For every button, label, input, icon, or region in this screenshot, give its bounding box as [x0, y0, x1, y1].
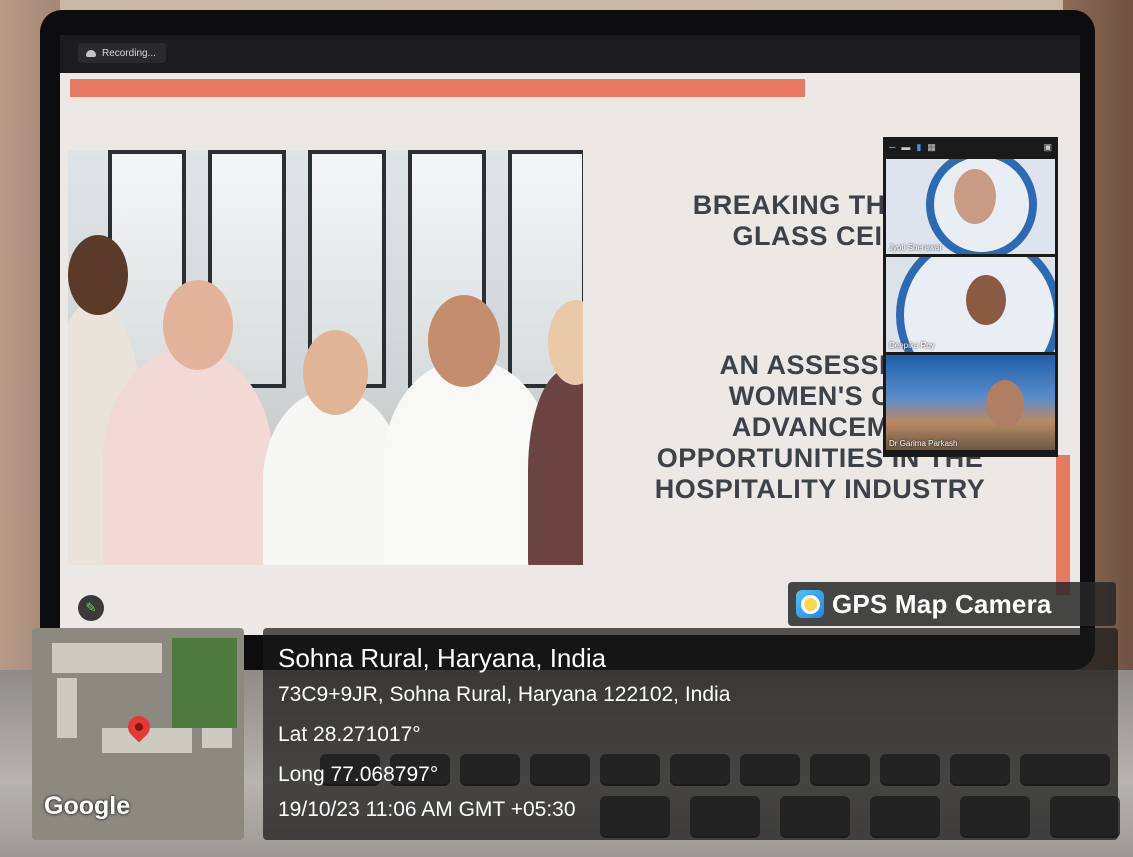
annotate-pen-icon[interactable]: ✎ — [78, 595, 104, 621]
gps-longitude: Long 77.068797° — [278, 763, 439, 786]
laptop-screen: Recording... BREAKING THROU GLASS CEILI … — [60, 35, 1080, 635]
gps-camera-badge: GPS Map Camera — [788, 582, 1116, 626]
slide-subtitle-line: HOSPITALITY INDUSTRY — [654, 474, 986, 504]
gps-place: Sohna Rural, Haryana, India — [278, 643, 607, 673]
map-building — [202, 728, 232, 748]
participant-tile[interactable]: Dr Garima Parkash — [886, 355, 1055, 450]
person — [103, 350, 273, 565]
gps-camera-title: GPS Map Camera — [832, 588, 1052, 619]
strip-view-icon[interactable]: ▬ — [901, 142, 910, 152]
participant-tile[interactable]: Jyoti Sherawat — [886, 159, 1055, 254]
person — [528, 370, 583, 565]
map-building — [57, 678, 77, 738]
location-map: Google — [32, 628, 244, 840]
participant-face — [986, 380, 1024, 428]
slide-photo — [68, 150, 583, 565]
person — [263, 390, 403, 565]
cloud-icon — [86, 49, 96, 57]
expand-icon[interactable]: ▣ — [1043, 142, 1052, 153]
participant-name: Dr Garima Parkash — [889, 439, 958, 448]
participant-name: Deepika Roy — [889, 341, 935, 350]
gps-address: 73C9+9JR, Sohna Rural, Haryana 122102, I… — [278, 683, 731, 706]
recording-indicator[interactable]: Recording... — [78, 43, 166, 63]
participant-face — [966, 275, 1006, 325]
person-head — [68, 235, 128, 315]
gps-datetime: 19/10/23 11:06 AM GMT +05:30 — [278, 798, 576, 821]
person-head — [428, 295, 500, 387]
slide-accent-bar — [70, 79, 805, 97]
person-head — [163, 280, 233, 370]
participant-panel: ─ ▬ ▮ ▦ ▣ Jyoti Sherawat Deepika Roy Dr … — [883, 137, 1058, 457]
slide-accent-side — [1056, 455, 1070, 595]
panel-toolbar: ─ ▬ ▮ ▦ ▣ — [883, 137, 1058, 157]
gallery-view-icon[interactable]: ▦ — [927, 142, 936, 153]
minimize-icon[interactable]: ─ — [889, 142, 895, 152]
meeting-topbar: Recording... — [60, 35, 1080, 73]
gps-camera-logo-icon — [796, 590, 824, 618]
map-park — [172, 638, 237, 728]
participant-tile[interactable]: Deepika Roy — [886, 257, 1055, 352]
participant-name: Jyoti Sherawat — [889, 243, 942, 252]
recording-label: Recording... — [102, 47, 156, 59]
google-logo: Google — [44, 792, 131, 820]
gps-info-panel: Sohna Rural, Haryana, India 73C9+9JR, So… — [263, 628, 1118, 840]
map-building — [52, 643, 162, 673]
gps-latitude: Lat 28.271017° — [278, 723, 421, 746]
speaker-view-icon[interactable]: ▮ — [916, 142, 921, 153]
participant-face — [954, 169, 996, 224]
person-head — [303, 330, 368, 415]
